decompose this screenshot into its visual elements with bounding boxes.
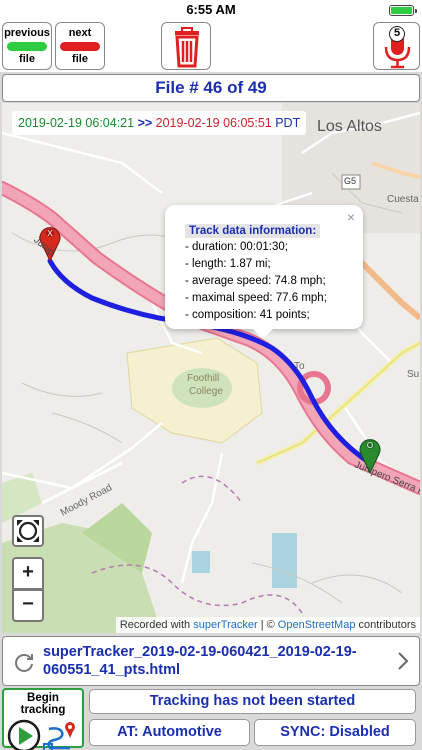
time-end: 2019-02-19 06:05:51 [155, 116, 272, 130]
previous-file-button[interactable]: previous file [2, 22, 52, 70]
fit-bounds-icon [17, 520, 39, 542]
place-cuesta: Cuesta [387, 194, 419, 205]
popup-max-speed: - maximal speed: 77.6 mph; [185, 292, 327, 304]
file-counter-bar: File # 46 of 49 [2, 74, 420, 102]
supertracker-link[interactable]: superTracker [193, 619, 257, 631]
file-name-link[interactable]: superTracker_2019-02-19-060421_2019-02-1… [43, 643, 393, 679]
attribution-recorded: Recorded with [119, 619, 191, 631]
voice-memo-button[interactable]: 5 [373, 22, 420, 70]
sync-button[interactable]: SYNC: Disabled [254, 719, 416, 746]
previous-label: previous [4, 27, 50, 39]
next-color-bar [60, 42, 100, 51]
battery-icon [389, 5, 417, 16]
refresh-icon[interactable] [13, 651, 35, 673]
play-icon [7, 719, 41, 750]
time-arrow: >> [137, 116, 153, 130]
start-marker-label: O [367, 441, 373, 450]
route-icon [43, 722, 75, 750]
place-foothill: Foothill [187, 373, 220, 384]
end-marker-label: X [47, 229, 53, 238]
previous-file-label: file [19, 53, 35, 65]
popup-duration: - duration: 00:01:30; [185, 241, 288, 253]
fit-track-button[interactable] [12, 515, 44, 547]
next-file-label: file [72, 53, 88, 65]
place-los-altos: Los Altos [317, 118, 382, 135]
map-view[interactable]: X O Los Altos G5 Cuesta Foothill College… [2, 103, 420, 633]
tracking-icons [7, 719, 75, 750]
zoom-out-button[interactable]: − [12, 589, 44, 622]
popup-length: - length: 1.87 mi; [185, 258, 271, 270]
popup-average-speed: - average speed: 74.8 mph; [185, 275, 326, 287]
time-range: 2019-02-19 06:04:21 >> 2019-02-19 06:05:… [12, 111, 307, 135]
next-file-button[interactable]: next file [55, 22, 105, 70]
popup-composition: - composition: 41 points; [185, 309, 310, 321]
status-time: 6:55 AM [186, 2, 236, 17]
place-college: College [189, 386, 223, 397]
memo-count-badge: 5 [389, 26, 405, 42]
activity-mode-button[interactable]: AT: Automotive [89, 719, 250, 746]
file-counter: File # 46 of 49 [155, 78, 267, 97]
map-tiles: X O [2, 103, 420, 633]
attribution-separator: | © [260, 619, 275, 631]
place-su: Su [407, 369, 420, 380]
track-info-popup: × Track data information: - duration: 00… [165, 205, 363, 339]
popup-tail [253, 329, 273, 339]
zoom-in-button[interactable]: + [12, 557, 44, 590]
next-label: next [68, 27, 92, 39]
previous-color-bar [7, 42, 47, 51]
chevron-right-icon[interactable] [397, 651, 409, 671]
time-start: 2019-02-19 06:04:21 [18, 116, 135, 130]
delete-button[interactable] [161, 22, 211, 70]
tracking-panel: Tracking has not been started AT: Automo… [87, 688, 420, 748]
attribution-contributors: contributors [358, 619, 416, 631]
timezone: PDT [275, 116, 301, 130]
trash-icon [175, 27, 199, 68]
place-to: To [294, 361, 305, 372]
file-link-row[interactable]: superTracker_2019-02-19-060421_2019-02-1… [2, 636, 420, 686]
map-attribution: Recorded with superTracker | © OpenStree… [115, 617, 420, 633]
popup-close-icon[interactable]: × [347, 209, 355, 225]
openstreetmap-link[interactable]: OpenStreetMap [278, 619, 356, 631]
popup-title: Track data information: [185, 224, 321, 238]
tracking-status: Tracking has not been started [89, 689, 416, 714]
status-bar: 6:55 AM [0, 0, 422, 20]
begin-tracking-button[interactable]: Begin tracking [2, 688, 84, 750]
begin-tracking-label: Begin tracking [20, 692, 66, 716]
place-g5: G5 [344, 176, 357, 186]
toolbar: previous file next file 5 [0, 20, 422, 72]
